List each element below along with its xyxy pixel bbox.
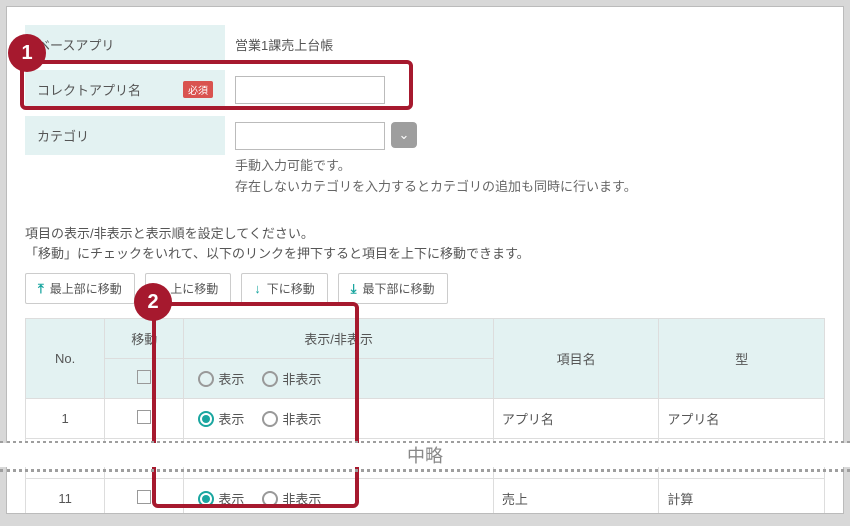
arrow-bottom-icon: ⤓ <box>351 281 357 297</box>
radio-show[interactable]: 表示 <box>198 489 244 508</box>
cell-no: 1 <box>26 399 105 439</box>
chevron-down-icon: ⌄ <box>399 127 410 143</box>
label-category: カテゴリ <box>25 116 225 155</box>
row-move-checkbox[interactable] <box>137 490 151 504</box>
category-help-2: 存在しないカテゴリを入力するとカテゴリの追加も同時に行います。 <box>235 177 815 198</box>
radio-hide[interactable]: 非表示 <box>262 449 321 468</box>
label-collect-app-name: コレクトアプリ名 必須 <box>25 70 225 109</box>
cell-type: アプリ名 <box>659 399 825 439</box>
move-all-checkbox[interactable] <box>137 370 151 384</box>
header-toggle: 表示/非表示 <box>184 319 494 359</box>
category-dropdown-button[interactable]: ⌄ <box>391 122 417 148</box>
move-top-button[interactable]: ⤒ 最上部に移動 <box>25 273 135 304</box>
radio-show[interactable]: 表示 <box>198 409 244 428</box>
value-base-app: 営業1課売上台帳 <box>225 25 825 60</box>
category-help-1: 手動入力可能です。 <box>235 156 815 177</box>
annotation-badge-1: 1 <box>8 34 46 72</box>
radio-show-all[interactable]: 表示 <box>198 369 244 388</box>
header-move-all-checkbox-cell <box>105 359 184 399</box>
row-move-checkbox[interactable] <box>137 450 151 464</box>
arrow-down-icon: ↓ <box>254 281 261 296</box>
cell-name: 売上 <box>493 479 659 514</box>
radio-show[interactable]: 表示 <box>198 449 244 468</box>
radio-hide[interactable]: 非表示 <box>262 409 321 428</box>
header-name: 項目名 <box>493 319 659 399</box>
row-move-checkbox[interactable] <box>137 410 151 424</box>
cell-name: アプリ名 <box>493 399 659 439</box>
label-base-app: ベースアプリ <box>25 25 225 64</box>
move-down-button[interactable]: ↓ 下に移動 <box>241 273 328 304</box>
collect-app-name-input[interactable] <box>235 76 385 104</box>
annotation-badge-2: 2 <box>134 283 172 321</box>
section-line-1: 項目の表示/非表示と表示順を設定してください。 <box>25 224 825 245</box>
table-row: 1 表示 非表示 アプリ名 アプリ名 <box>26 399 825 439</box>
cell-no: 2 <box>26 439 105 479</box>
header-move: 移動 <box>105 319 184 359</box>
radio-hide[interactable]: 非表示 <box>262 489 321 508</box>
section-line-2: 「移動」にチェックをいれて、以下のリンクを押下すると項目を上下に移動できます。 <box>25 244 825 265</box>
cell-type: 計算 <box>659 479 825 514</box>
header-toggle-all: 表示 非表示 <box>184 359 494 399</box>
header-type: 型 <box>659 319 825 399</box>
table-row: 2 表示 非表示 売上番号 文字列(1行) <box>26 439 825 479</box>
move-bottom-button[interactable]: ⤓ 最下部に移動 <box>338 273 448 304</box>
required-badge: 必須 <box>183 81 213 98</box>
cell-no: 11 <box>26 479 105 514</box>
radio-hide-all[interactable]: 非表示 <box>262 369 321 388</box>
arrow-top-icon: ⤒ <box>38 281 44 297</box>
header-no: No. <box>26 319 105 399</box>
cell-type: 文字列(1行) <box>659 439 825 479</box>
table-row: 11 表示 非表示 売上 計算 <box>26 479 825 514</box>
cell-name: 売上番号 <box>493 439 659 479</box>
category-input[interactable] <box>235 122 385 150</box>
field-table: No. 移動 表示/非表示 項目名 型 表示 <box>25 318 825 514</box>
